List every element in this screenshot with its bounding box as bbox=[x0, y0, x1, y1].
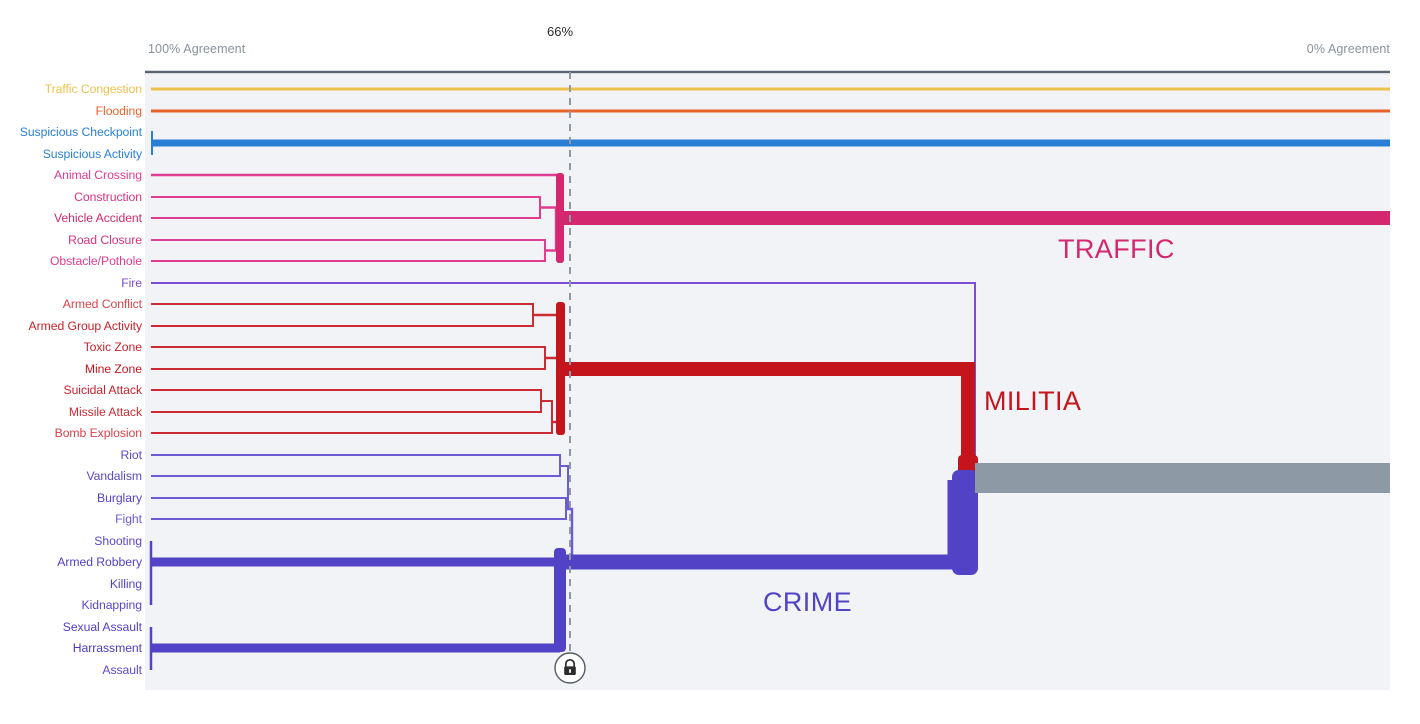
dendrogram-page: Traffic Congestion Flooding Suspicious Che… bbox=[0, 0, 1420, 724]
cluster-title[interactable]: MILITIA bbox=[984, 386, 1081, 417]
cluster-title[interactable]: TRAFFIC bbox=[1058, 234, 1175, 265]
threshold-lock-handle[interactable] bbox=[554, 652, 586, 684]
root-join-bar-crime bbox=[952, 470, 978, 575]
traffic-cluster-join-bar bbox=[556, 173, 564, 263]
dendrogram-plot bbox=[145, 70, 1390, 690]
suspicious-pair-bracket bbox=[151, 131, 153, 155]
cluster-title[interactable]: CRIME bbox=[763, 587, 852, 618]
lock-keyhole-icon bbox=[569, 669, 571, 673]
